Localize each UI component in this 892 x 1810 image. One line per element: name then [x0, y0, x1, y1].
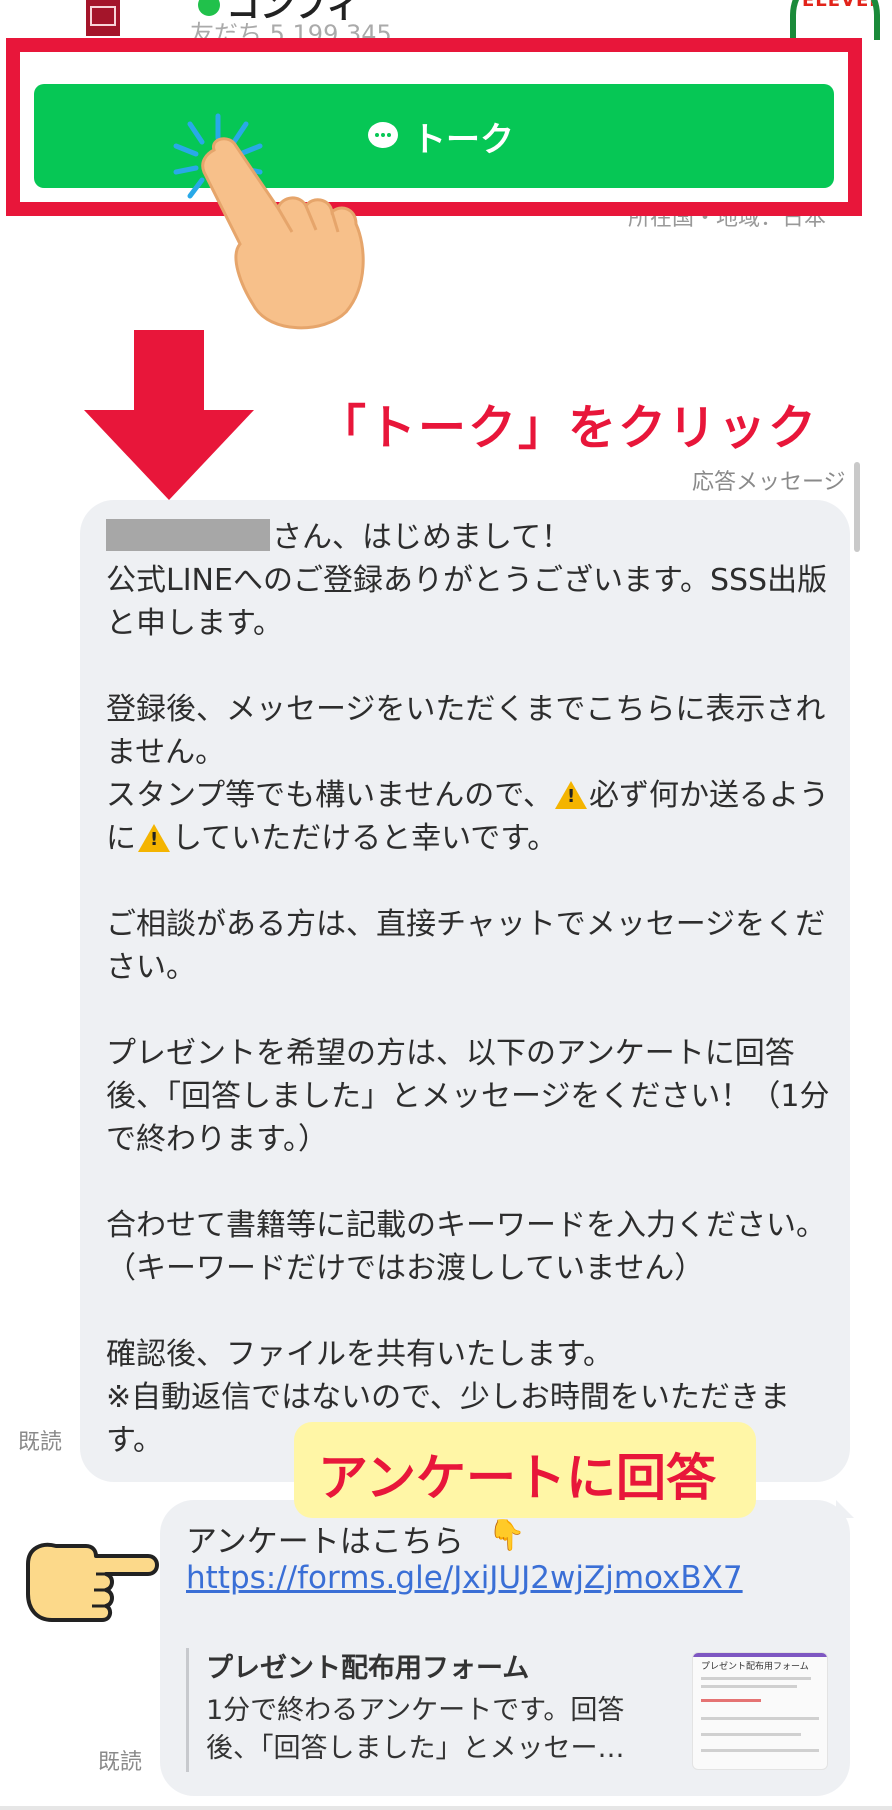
- warning-icon: [555, 781, 587, 809]
- pointing-down-emoji: 👇: [488, 1518, 526, 1553]
- friends-count: 友だち 5,199,345: [190, 20, 392, 40]
- preview-title: プレゼント配布用フォーム: [206, 1653, 530, 1684]
- preview-thumbnail: プレゼント配布用フォーム: [692, 1652, 828, 1770]
- scrollbar[interactable]: [854, 462, 860, 552]
- brand-logo: [86, 0, 120, 36]
- answer-survey-instruction: アンケートに回答: [318, 1449, 716, 1507]
- preview-description: 1分で終わるアンケートです。回答 後、「回答しました」とメッセー…: [206, 1695, 625, 1764]
- read-receipt: 既読: [18, 1430, 63, 1455]
- read-receipt: 既読: [98, 1750, 143, 1775]
- preview-divider: [186, 1648, 189, 1772]
- warning-icon: [138, 824, 170, 852]
- survey-link[interactable]: https://forms.gle/JxiJUJ2wjZjmoxBX7: [186, 1560, 743, 1596]
- bottom-divider: [0, 1806, 892, 1810]
- down-arrow-icon: [84, 330, 254, 500]
- highlight-frame: [6, 38, 862, 216]
- profile-header: コンフィ 友だち 5,199,345 ELEVEN: [0, 0, 892, 40]
- tapping-hand-icon: [201, 137, 365, 330]
- redacted-username: [106, 519, 270, 551]
- pointing-hand-icon: [26, 1542, 159, 1622]
- survey-message-text: アンケートはこちら: [186, 1524, 464, 1560]
- welcome-message-text: さん、はじめまして！ 公式LINEへのご登録ありがとうございます。SSS出版と申…: [106, 516, 836, 1462]
- bubble-tail: [836, 1500, 854, 1518]
- click-talk-instruction: 「トーク」をクリック: [318, 400, 819, 456]
- seven-eleven-logo: ELEVEN: [790, 0, 880, 40]
- auto-reply-label: 応答メッセージ: [692, 470, 846, 495]
